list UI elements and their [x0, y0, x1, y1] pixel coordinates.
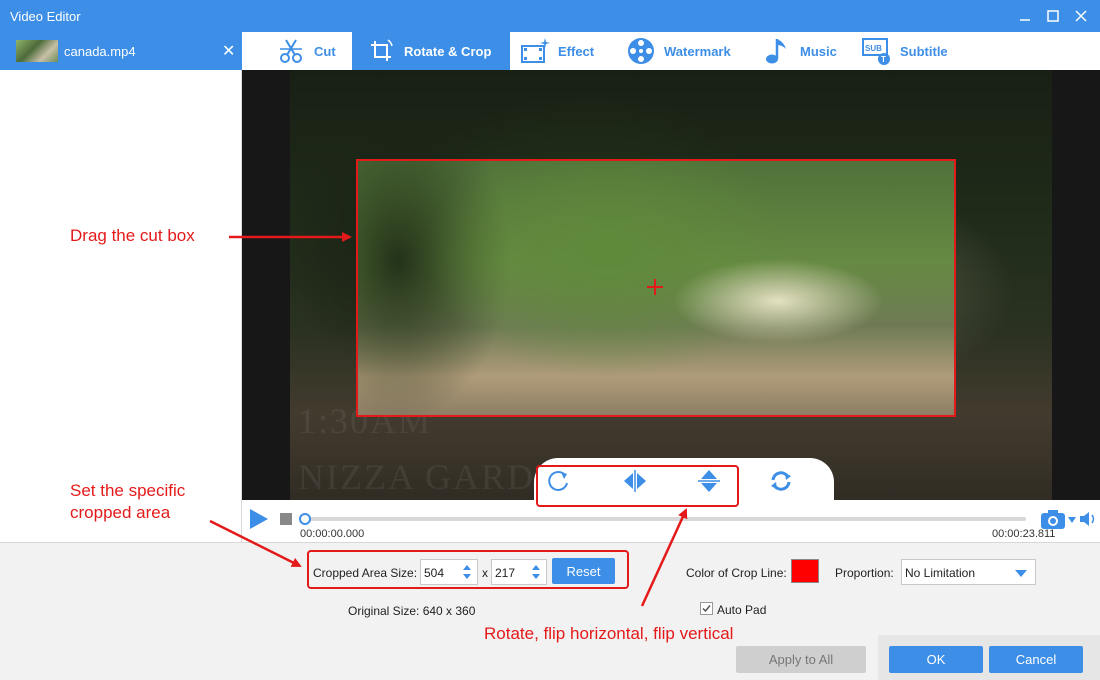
refresh-icon [771, 471, 791, 491]
annotation-set-line2: cropped area [70, 503, 171, 522]
minimize-icon [1020, 19, 1030, 21]
snapshot-dropdown-icon[interactable] [1068, 517, 1076, 523]
volume-button[interactable] [1078, 509, 1098, 529]
reset-rotation-button[interactable] [766, 466, 796, 496]
music-note-icon [762, 36, 792, 66]
cancel-button[interactable]: Cancel [989, 646, 1083, 673]
subtitle-icon: SUB T [862, 36, 892, 66]
crop-line-color-swatch[interactable] [791, 559, 819, 583]
tab-label: Music [800, 43, 837, 59]
ok-button[interactable]: OK [889, 646, 983, 673]
tab-music[interactable]: Music [762, 32, 837, 70]
tab-label: Effect [558, 43, 595, 59]
volume-icon [1080, 512, 1095, 526]
title-bar: Video Editor [0, 0, 1100, 32]
file-name: canada.mp4 [64, 44, 136, 59]
tab-subtitle[interactable]: SUB T Subtitle [862, 32, 948, 70]
camera-icon [1041, 510, 1065, 529]
editor-tabs: Cut Rotate & Crop Effect Watermark Music [242, 32, 1100, 70]
maximize-button[interactable] [1038, 0, 1068, 32]
scissors-icon [276, 36, 306, 66]
crop-line-color-label: Color of Crop Line: [686, 566, 787, 580]
tab-watermark[interactable]: Watermark [626, 32, 731, 70]
file-item[interactable]: canada.mp4 ✕ [0, 32, 242, 70]
close-icon [1075, 10, 1087, 22]
annotation-set-line1: Set the specific [70, 481, 186, 500]
check-icon [702, 605, 711, 613]
video-editor-window: Video Editor canada.mp4 ✕ Cut Rotate & C… [0, 0, 1100, 680]
svg-text:T: T [881, 55, 886, 64]
tab-effect[interactable]: Effect [520, 32, 594, 70]
proportion-select[interactable]: No Limitation [901, 559, 1036, 585]
annotation-rotate: Rotate, flip horizontal, flip vertical [484, 624, 734, 643]
close-window-button[interactable] [1066, 0, 1096, 32]
annotation-drag: Drag the cut box [70, 226, 195, 245]
video-preview: 1:30AM NIZZA GARD [242, 70, 1100, 500]
proportion-label: Proportion: [835, 566, 894, 580]
tab-label: Subtitle [900, 43, 948, 59]
tab-cut[interactable]: Cut [276, 32, 336, 70]
auto-pad-checkbox[interactable] [700, 602, 713, 615]
maximize-icon [1047, 10, 1059, 22]
apply-to-all-button[interactable]: Apply to All [736, 646, 866, 673]
rotate-tools-highlight [536, 465, 739, 507]
play-icon[interactable] [250, 509, 268, 529]
film-reel-icon [626, 36, 656, 66]
effect-icon [520, 36, 550, 66]
proportion-value: No Limitation [905, 566, 976, 580]
snapshot-button[interactable] [1040, 508, 1066, 530]
tab-label: Watermark [664, 43, 731, 59]
original-size-label: Original Size: 640 x 360 [348, 604, 476, 618]
file-list: canada.mp4 ✕ [0, 32, 242, 542]
minimize-button[interactable] [1010, 0, 1040, 32]
chevron-down-icon [1015, 570, 1027, 577]
stop-icon[interactable] [280, 513, 292, 525]
tab-label: Cut [314, 43, 336, 59]
svg-text:SUB: SUB [865, 44, 882, 53]
tab-rotate-crop[interactable]: Rotate & Crop [352, 32, 510, 70]
remove-file-icon[interactable]: ✕ [222, 41, 235, 61]
tab-label: Rotate & Crop [404, 43, 492, 59]
auto-pad-label: Auto Pad [717, 603, 767, 617]
current-time: 00:00:00.000 [300, 528, 365, 540]
timeline-track[interactable] [300, 517, 1026, 521]
timeline-scrubber[interactable] [299, 513, 311, 525]
crop-rotate-icon [366, 36, 396, 66]
crop-center-crosshair[interactable] [647, 279, 663, 295]
file-thumbnail [16, 40, 58, 62]
crop-size-highlight [307, 550, 629, 589]
window-title: Video Editor [10, 9, 81, 24]
